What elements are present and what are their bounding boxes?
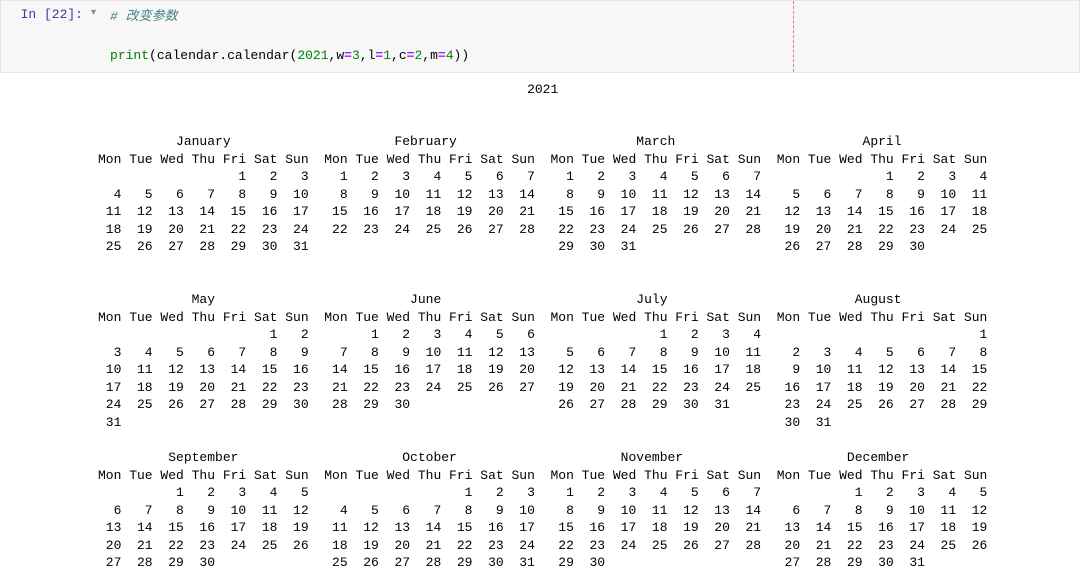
token-comma: , (391, 48, 399, 63)
token-module: calendar (157, 48, 219, 63)
token-comma: , (360, 48, 368, 63)
token-kwarg: c (399, 48, 407, 63)
token-eq: = (344, 48, 352, 63)
token-num: 3 (352, 48, 360, 63)
token-num: 4 (446, 48, 454, 63)
code-line-print: print(calendar.calendar(2021,w=3,l=1,c=2… (110, 46, 1069, 66)
code-comment: # 改变参数 (110, 9, 178, 24)
token-dot: . (219, 48, 227, 63)
output-area: 2021 January February March April Mon Tu… (0, 73, 1080, 582)
code-ruler (793, 1, 794, 72)
token-num: 1 (383, 48, 391, 63)
token-print: print (110, 48, 149, 63)
token-eq: = (438, 48, 446, 63)
token-func: calendar (227, 48, 289, 63)
collapse-icon[interactable]: ▾ (91, 1, 100, 72)
token-paren: ( (149, 48, 157, 63)
token-year: 2021 (297, 48, 328, 63)
token-kwarg: w (336, 48, 344, 63)
token-kwarg: m (430, 48, 438, 63)
token-comma: , (422, 48, 430, 63)
code-blank-line (110, 27, 1069, 47)
code-editor[interactable]: # 改变参数 print(calendar.calendar(2021,w=3,… (100, 1, 1079, 72)
input-prompt: In [22]: (1, 1, 91, 72)
input-cell: In [22]: ▾ # 改变参数 print(calendar.calenda… (0, 0, 1080, 73)
token-paren: ) (461, 48, 469, 63)
